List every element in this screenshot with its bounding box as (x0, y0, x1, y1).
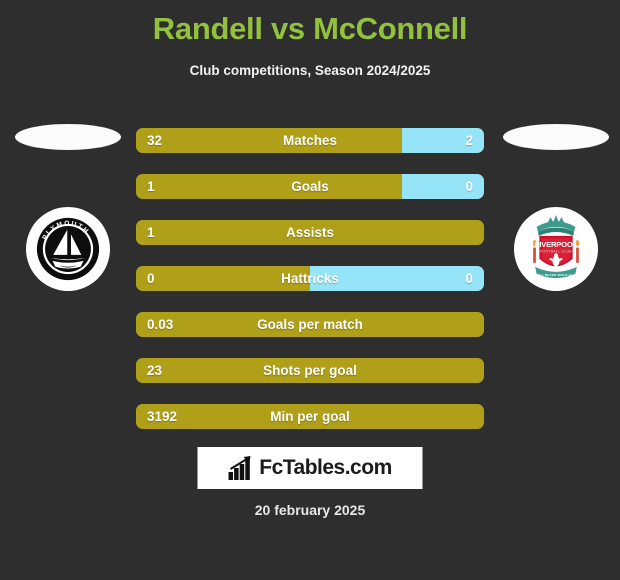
stat-row: 23 Shots per goal (136, 358, 484, 383)
plymouth-argyle-badge: PLYMOUTH (26, 207, 110, 291)
stat-label: Hattricks (281, 271, 339, 286)
stats-list: 32 Matches 2 1 Goals 0 1 Assists 0 Hattricks 0 0.03… (136, 128, 484, 450)
stat-row: 0.03 Goals per match (136, 312, 484, 337)
stat-label: Assists (285, 225, 335, 240)
svg-text:FOOTBALL CLUB: FOOTBALL CLUB (540, 249, 572, 253)
player-right-column: LIVERPOOL FOOTBALL CLUB YOU'LL NEVER WAL… (492, 120, 620, 291)
stat-label: Min per goal (270, 409, 350, 424)
stat-value-right: 0 (465, 271, 473, 286)
page-subtitle: Club competitions, Season 2024/2025 (189, 62, 431, 78)
date-label: 20 february 2025 (254, 502, 366, 518)
stat-row: 32 Matches 2 (136, 128, 484, 153)
bar-chart-icon (228, 456, 251, 480)
stat-row: 1 Assists (136, 220, 484, 245)
player-left-column: PLYMOUTH (4, 120, 132, 291)
svg-text:YOU'LL NEVER WALK ALONE: YOU'LL NEVER WALK ALONE (531, 273, 580, 277)
stat-row: 1 Goals 0 (136, 174, 484, 199)
fctables-logo-text: FcTables.com (259, 456, 392, 479)
svg-text:LIVERPOOL: LIVERPOOL (535, 240, 578, 249)
stat-label: Matches (282, 133, 338, 148)
stat-label: Shots per goal (263, 363, 357, 378)
player-left-photo (15, 124, 121, 150)
stat-label: Goals per match (257, 317, 363, 332)
club-badge-left[interactable]: PLYMOUTH (26, 207, 110, 291)
stat-row: 0 Hattricks 0 (136, 266, 484, 291)
stat-value-right: 0 (465, 179, 473, 194)
player-right-photo (503, 124, 609, 150)
liverpool-badge: LIVERPOOL FOOTBALL CLUB YOU'LL NEVER WAL… (514, 207, 598, 291)
fctables-logo[interactable]: FcTables.com (197, 447, 423, 489)
stat-row: 3192 Min per goal (136, 404, 484, 429)
liverpool-badge-icon: LIVERPOOL FOOTBALL CLUB YOU'LL NEVER WAL… (531, 215, 580, 279)
stat-value-right: 2 (465, 133, 473, 148)
page-title: Randell vs McConnell (152, 11, 468, 46)
club-badge-right[interactable]: LIVERPOOL FOOTBALL CLUB YOU'LL NEVER WAL… (514, 207, 598, 291)
plymouth-argyle-badge-icon: PLYMOUTH (33, 214, 103, 284)
stat-label: Goals (291, 179, 329, 194)
